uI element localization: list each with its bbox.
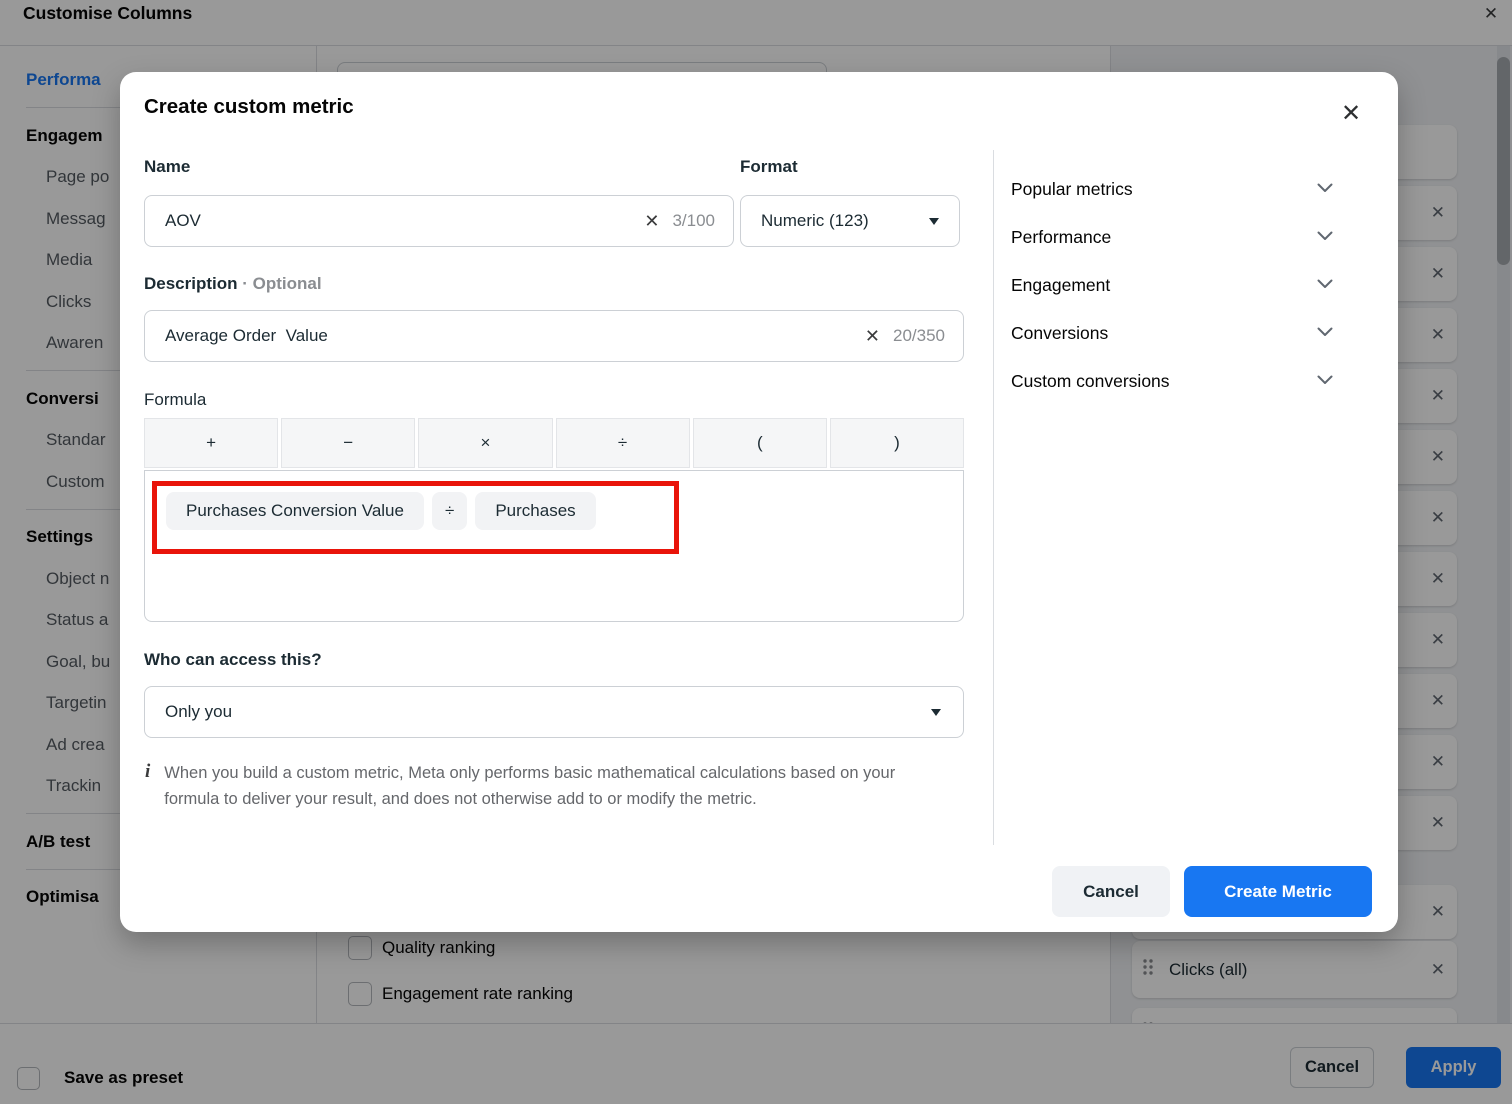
name-clear-icon[interactable]: ✕	[644, 211, 659, 232]
chevron-down-icon	[1317, 372, 1333, 390]
formula-label: Formula	[144, 390, 207, 409]
format-value: Numeric (123)	[761, 211, 869, 230]
metric-category-list: Popular metrics Performance Engagement Conv…	[1011, 165, 1333, 405]
name-char-counter: 3/100	[672, 211, 715, 230]
formula-token-purchases-conversion-value[interactable]: Purchases Conversion Value	[166, 492, 424, 530]
name-value: AOV	[165, 211, 201, 230]
operator-button-open-paren[interactable]: (	[692, 418, 827, 468]
chevron-down-icon	[1317, 180, 1333, 198]
modal-title: Create custom metric	[144, 95, 354, 118]
modal-close-icon[interactable]: ✕	[1334, 96, 1368, 130]
category-performance[interactable]: Performance	[1011, 213, 1333, 261]
description-char-counter: 20/350	[893, 326, 945, 345]
category-popular-metrics[interactable]: Popular metrics	[1011, 165, 1333, 213]
operator-button-multiply[interactable]: ×	[418, 418, 553, 468]
info-icon: i	[145, 761, 151, 782]
category-label: Popular metrics	[1011, 178, 1133, 199]
description-label-optional: · Optional	[237, 274, 322, 293]
formula-token-purchases[interactable]: Purchases	[475, 492, 596, 530]
operator-button-row: + − × ÷()	[144, 418, 965, 468]
create-custom-metric-modal: Create custom metric ✕ Name AOV ✕ 3/100 …	[120, 72, 1398, 932]
description-label: Description · Optional	[144, 274, 322, 294]
format-select[interactable]: Numeric (123)	[740, 195, 960, 247]
operator-button-plus[interactable]: +	[144, 418, 279, 468]
screen: Customise Columns ✕ Performa Engagem Page …	[0, 0, 1512, 1104]
operator-button-divide[interactable]: ÷	[555, 418, 690, 468]
dropdown-caret-icon	[929, 217, 939, 225]
format-label: Format	[740, 157, 798, 176]
access-value: Only you	[165, 702, 233, 721]
access-label: Who can access this?	[144, 650, 322, 669]
dropdown-caret-icon	[931, 708, 941, 716]
description-input[interactable]: Average Order Value ✕ 20/350	[144, 310, 964, 362]
operator-button-close-paren[interactable]: )	[829, 418, 965, 468]
category-label: Performance	[1011, 226, 1112, 247]
formula-token-divide[interactable]: ÷	[431, 492, 468, 530]
category-engagement[interactable]: Engagement	[1011, 261, 1333, 309]
category-label: Custom conversions	[1011, 370, 1170, 391]
access-select[interactable]: Only you	[144, 686, 964, 738]
category-label: Engagement	[1011, 274, 1111, 295]
description-label-main: Description	[144, 274, 238, 293]
name-input[interactable]: AOV ✕ 3/100	[144, 195, 734, 247]
description-value: Average Order Value	[165, 326, 328, 345]
name-label: Name	[144, 157, 191, 176]
modal-vertical-divider	[993, 150, 994, 845]
chevron-down-icon	[1317, 324, 1333, 342]
info-text: When you build a custom metric, Meta onl…	[164, 764, 896, 808]
category-label: Conversions	[1011, 322, 1109, 343]
chevron-down-icon	[1317, 228, 1333, 246]
description-clear-icon[interactable]: ✕	[865, 326, 880, 347]
create-metric-button[interactable]: Create Metric	[1184, 866, 1372, 917]
formula-token-list: Purchases Conversion Value ÷ Purchases	[166, 492, 596, 530]
info-note: i When you build a custom metric, Meta o…	[145, 760, 951, 812]
operator-button-minus[interactable]: −	[281, 418, 416, 468]
chevron-down-icon	[1317, 276, 1333, 294]
modal-cancel-button[interactable]: Cancel	[1052, 866, 1170, 917]
category-custom-conversions[interactable]: Custom conversions	[1011, 357, 1333, 405]
category-conversions[interactable]: Conversions	[1011, 309, 1333, 357]
